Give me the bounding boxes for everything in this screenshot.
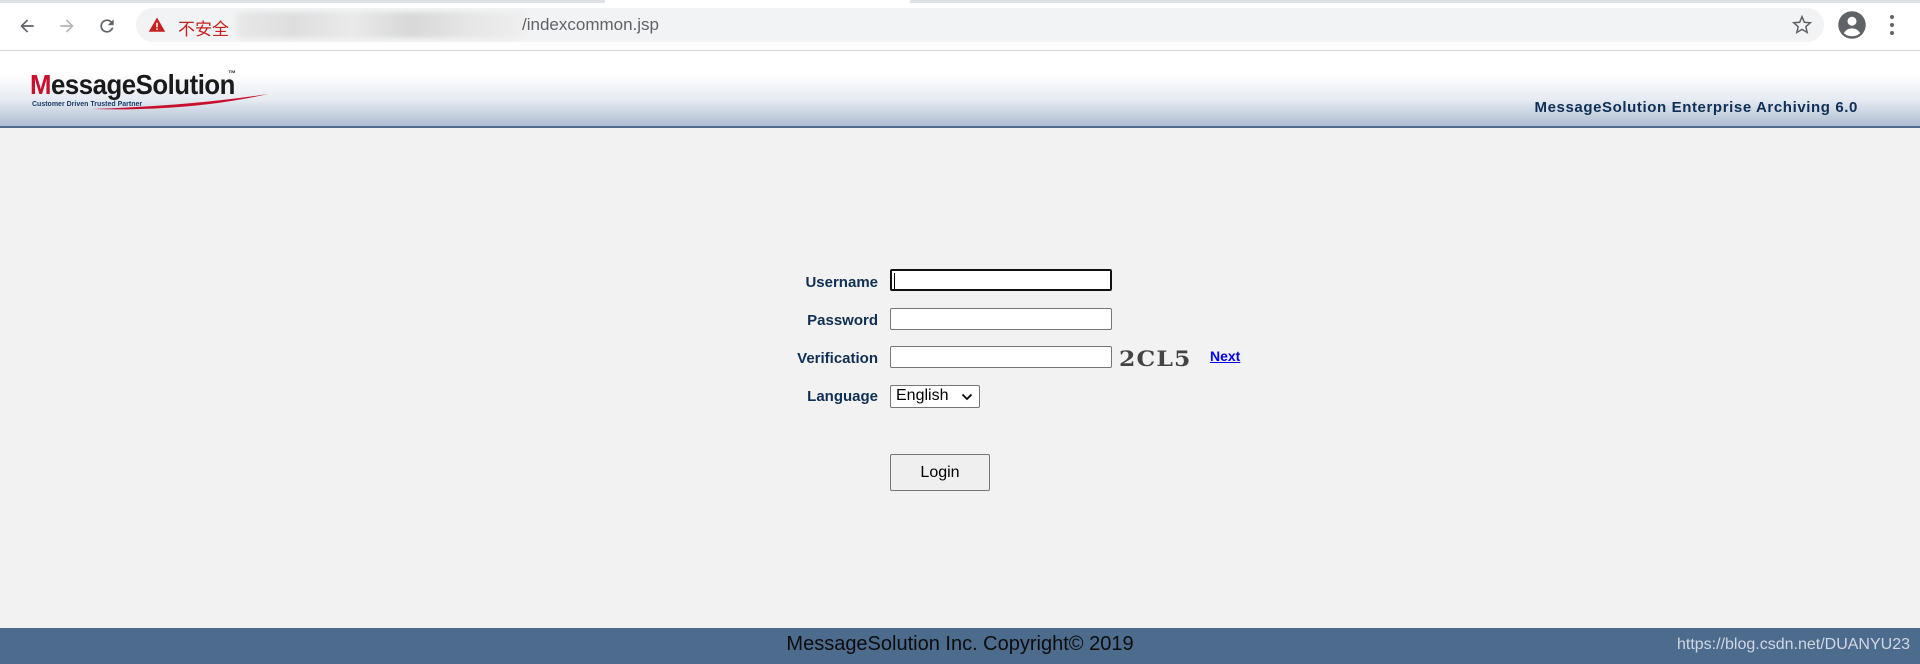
warning-icon [148, 17, 166, 32]
username-field[interactable] [890, 269, 1112, 291]
security-status[interactable]: 不安全 [178, 15, 229, 40]
browser-toolbar: 不安全 /indexcommon.jsp [0, 0, 1920, 51]
logo-initial: M [30, 69, 52, 100]
logo-tagline: Customer Driven Trusted Partner [32, 101, 143, 108]
text-caret [894, 273, 895, 289]
password-label: Password [807, 312, 878, 329]
chevron-down-icon [961, 393, 973, 401]
arrow-right-icon [60, 19, 74, 33]
arrow-left-icon [20, 19, 34, 33]
verification-label: Verification [797, 350, 878, 367]
next-captcha-link[interactable]: Next [1210, 348, 1240, 364]
tab-strip [0, 0, 1920, 3]
captcha-image: 2CL5 [1119, 346, 1192, 371]
watermark-text: https://blog.csdn.net/DUANYU23 [1676, 636, 1910, 653]
reload-button[interactable] [90, 9, 124, 43]
app-header: MessageSolution ™ Customer Driven Truste… [0, 51, 1920, 128]
language-select[interactable]: English [890, 385, 980, 408]
logo-trademark: ™ [228, 69, 236, 78]
redacted-host [236, 12, 526, 38]
back-button[interactable] [10, 9, 44, 43]
bookmark-star-icon[interactable] [1792, 15, 1812, 35]
url-text[interactable]: /indexcommon.jsp [522, 15, 659, 35]
footer: MessageSolution Inc. Copyright© 2019 htt… [0, 628, 1920, 664]
product-title: MessageSolution Enterprise Archiving 6.0 [1534, 99, 1858, 116]
verification-field[interactable] [890, 346, 1112, 368]
language-label: Language [807, 388, 878, 405]
active-tab[interactable] [605, 0, 910, 3]
address-bar[interactable]: 不安全 /indexcommon.jsp [136, 8, 1824, 42]
login-button[interactable]: Login [890, 454, 990, 491]
profile-avatar-icon[interactable] [1837, 10, 1867, 40]
more-menu-icon[interactable] [1882, 12, 1902, 38]
username-label: Username [805, 274, 878, 291]
password-field[interactable] [890, 308, 1112, 330]
reload-icon [100, 19, 114, 33]
forward-button[interactable] [50, 9, 84, 43]
copyright-text: MessageSolution Inc. Copyright© 2019 [786, 633, 1134, 655]
messagesolution-logo: MessageSolution ™ Customer Driven Truste… [30, 69, 268, 129]
language-selected-value: English [896, 387, 949, 404]
